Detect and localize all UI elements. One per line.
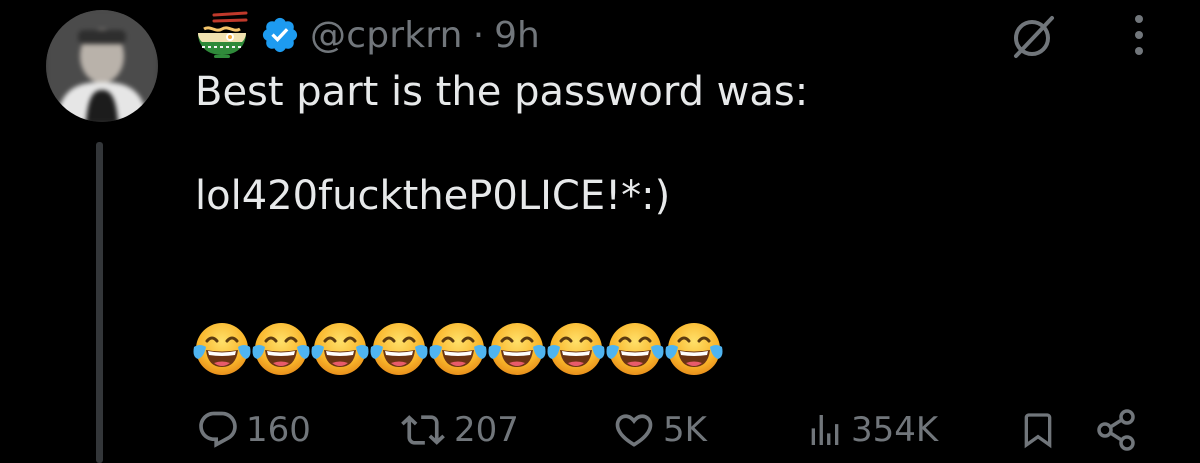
ramen-bowl-icon (198, 11, 248, 58)
reply-icon (199, 411, 237, 448)
tweet-header: @cprkrn · 9h (194, 10, 540, 60)
tears-of-joy-emoji (429, 323, 487, 375)
bookmark-button[interactable] (1018, 402, 1058, 458)
repost-icon (401, 415, 445, 445)
emoji-row (190, 314, 723, 384)
bookmark-icon (1024, 413, 1052, 449)
reply-count: 160 (246, 410, 311, 450)
timestamp[interactable]: 9h (494, 15, 540, 56)
like-button[interactable]: 5K (611, 402, 707, 458)
avatar-image (46, 10, 158, 122)
views-button[interactable]: 354K (805, 402, 938, 458)
views-count: 354K (851, 410, 939, 450)
user-handle[interactable]: @cprkrn (310, 15, 463, 56)
verified-badge-icon[interactable] (260, 15, 300, 55)
tears-of-joy-emoji (252, 323, 310, 375)
repost-count: 207 (454, 410, 519, 450)
tears-of-joy-emoji (193, 323, 251, 375)
tweet-text: Best part is the password was: lol420fuc… (195, 69, 809, 219)
views-icon (811, 415, 839, 445)
grok-icon[interactable] (1004, 10, 1060, 66)
repost-button[interactable]: 207 (398, 402, 519, 458)
like-count: 5K (663, 410, 707, 450)
share-button[interactable] (1094, 402, 1140, 458)
separator-dot: · (472, 14, 485, 56)
action-bar: 160 207 5K 354K (0, 402, 1200, 458)
share-icon (1097, 409, 1135, 451)
tears-of-joy-emoji (488, 323, 546, 375)
more-options-icon[interactable] (1126, 10, 1152, 60)
tears-of-joy-emoji (606, 323, 664, 375)
tears-of-joy-emoji (370, 323, 428, 375)
avatar[interactable] (46, 10, 158, 122)
tears-of-joy-emoji (547, 323, 605, 375)
tears-of-joy-emoji (665, 323, 723, 375)
like-icon (615, 414, 653, 447)
reply-button[interactable]: 160 (196, 402, 311, 458)
tears-of-joy-emoji (311, 323, 369, 375)
